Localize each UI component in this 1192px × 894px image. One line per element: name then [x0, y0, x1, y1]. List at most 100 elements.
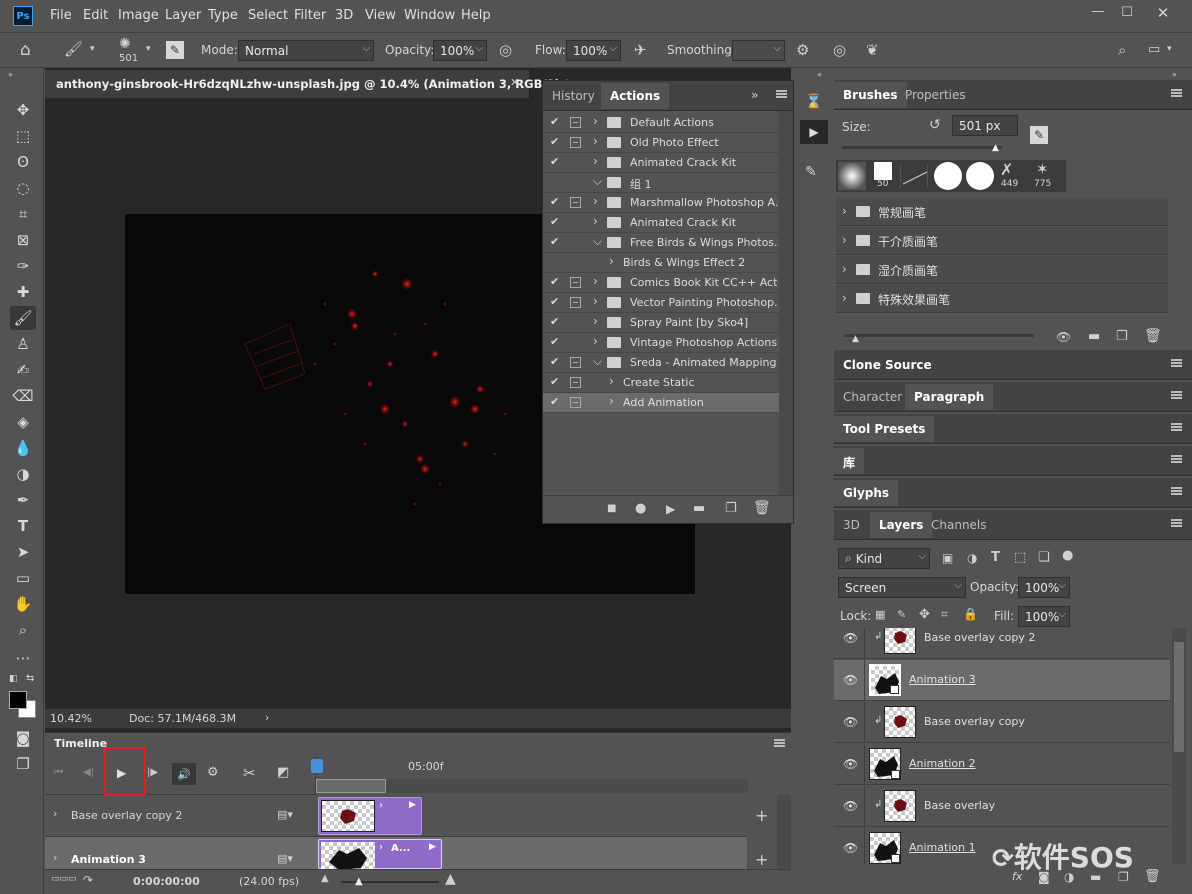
brush-preset-icon[interactable]: ✺	[119, 36, 131, 52]
clip-expand-icon[interactable]: ▶	[429, 842, 436, 852]
chevron-down-icon[interactable]: ⌵	[593, 174, 602, 189]
menu-select[interactable]: Select	[248, 8, 288, 23]
frames-view-icon[interactable]: ▭▭▭	[51, 874, 77, 884]
action-row[interactable]: ✔ › Vintage Photoshop Actions	[543, 333, 779, 353]
trash-icon[interactable]: 🗑	[753, 500, 771, 516]
healing-brush-icon[interactable]: ✚	[10, 280, 36, 304]
close-tab-icon[interactable]: ✕	[510, 76, 519, 89]
action-row[interactable]: ✔ › Create Static	[543, 373, 779, 393]
dodge-tool-icon[interactable]: ◑	[10, 462, 36, 486]
eyedropper-icon[interactable]: ✑	[10, 254, 36, 278]
slider-thumb[interactable]: ▲	[992, 143, 999, 153]
close-icon[interactable]: ✕	[1153, 4, 1173, 22]
brush-preset-soft[interactable]	[838, 162, 866, 190]
layer-row[interactable]: 👁 ↲ Base overlay copy 2	[834, 628, 1170, 659]
chevron-right-icon[interactable]: ›	[842, 233, 847, 247]
brush-settings-icon[interactable]: ✎	[166, 41, 184, 59]
filter-toggle-icon[interactable]: ●	[1062, 548, 1073, 563]
work-area-range[interactable]	[316, 779, 386, 793]
chevron-right-icon[interactable]: ›	[593, 314, 598, 328]
panel-menu-icon[interactable]	[1171, 391, 1182, 399]
menu-edit[interactable]: Edit	[83, 8, 108, 23]
paint-bucket-icon[interactable]: ◈	[10, 410, 36, 434]
playhead[interactable]	[311, 759, 323, 773]
photoshop-logo[interactable]: Ps	[13, 6, 33, 26]
menu-type[interactable]: Type	[208, 8, 238, 23]
tab-actions[interactable]: Actions	[601, 83, 670, 109]
toggle-check-icon[interactable]: ✔	[550, 375, 559, 388]
pressure-size-icon[interactable]: ◎	[833, 41, 846, 59]
chevron-down-icon[interactable]: ⌵	[593, 234, 602, 249]
dialog-toggle-icon[interactable]	[570, 197, 581, 208]
action-row[interactable]: ✔ › Vector Painting Photoshop...	[543, 293, 779, 313]
lock-all-icon[interactable]: 🔒	[963, 607, 978, 621]
filter-smart-object-icon[interactable]: ❏	[1038, 550, 1050, 565]
history-panel-icon[interactable]: ⌛	[805, 94, 822, 110]
foreground-color-swatch[interactable]	[9, 691, 27, 709]
tab-channels[interactable]: Channels	[922, 512, 996, 538]
chevron-right-icon[interactable]: ›	[593, 214, 598, 228]
filter-type-icon[interactable]: T	[991, 550, 1000, 565]
previous-frame-icon[interactable]: ◀|	[83, 767, 94, 778]
quick-select-icon[interactable]: ◌	[10, 176, 36, 200]
timeline-clip[interactable]: › ▶	[318, 797, 422, 835]
dialog-toggle-icon[interactable]	[570, 377, 581, 388]
panel-menu-icon[interactable]	[1171, 455, 1182, 463]
brush-group-row[interactable]: › 常规画笔	[836, 198, 1168, 226]
dialog-toggle-icon[interactable]	[570, 397, 581, 408]
collapse-arrows-icon[interactable]: »	[1172, 70, 1177, 79]
action-row[interactable]: ✔ › Default Actions	[543, 113, 779, 133]
brush-preset-round-2[interactable]	[966, 162, 994, 190]
new-group-icon[interactable]: ▬	[1088, 329, 1100, 344]
path-select-icon[interactable]: ➤	[10, 540, 36, 564]
lock-pixels-icon[interactable]: ✎	[897, 608, 906, 621]
action-row[interactable]: ✔ › Spray Paint [by Sko4]	[543, 313, 779, 333]
hand-tool-icon[interactable]: ✋	[10, 592, 36, 616]
timeline-ruler[interactable]: 05:00f	[311, 757, 748, 795]
chevron-right-icon[interactable]: ›	[265, 711, 269, 724]
brush-tool-icon[interactable]: 🖌	[64, 40, 83, 58]
chevron-right-icon[interactable]: ›	[842, 291, 847, 305]
tab-library[interactable]: 库	[834, 448, 865, 474]
eye-icon[interactable]: 👁	[843, 841, 858, 855]
chevron-right-icon[interactable]: ›	[593, 134, 598, 148]
tab-clone-source[interactable]: Clone Source	[834, 352, 941, 378]
panel-menu-icon[interactable]	[776, 90, 787, 98]
flow-field[interactable]: 100% ⌵	[566, 40, 621, 61]
opacity-field[interactable]: 100% ⌵	[433, 40, 487, 61]
document-tab[interactable]: anthony-ginsbrook-Hr6dzqNLzhw-unsplash.j…	[45, 70, 570, 98]
crop-tool-icon[interactable]: ⌗	[10, 202, 36, 226]
transition-icon[interactable]: ◩	[277, 765, 289, 780]
blur-tool-icon[interactable]: 💧	[10, 436, 36, 460]
dialog-toggle-icon[interactable]	[570, 277, 581, 288]
record-icon[interactable]: ●	[635, 501, 646, 516]
filter-shape-icon[interactable]: ⬚	[1014, 550, 1026, 565]
brush-edit-icon[interactable]: ✎	[1030, 126, 1048, 144]
menu-help[interactable]: Help	[461, 8, 491, 23]
chevron-right-icon[interactable]: ›	[593, 194, 598, 208]
trash-icon[interactable]: 🗑	[1144, 328, 1162, 344]
panel-menu-icon[interactable]	[1171, 359, 1182, 367]
toggle-check-icon[interactable]: ✔	[550, 295, 559, 308]
collapse-arrows-icon[interactable]: »	[8, 70, 13, 79]
action-row[interactable]: ✔ › Animated Crack Kit	[543, 213, 779, 233]
toggle-check-icon[interactable]: ✔	[550, 135, 559, 148]
toggle-check-icon[interactable]: ✔	[550, 195, 559, 208]
new-set-icon[interactable]: ▬	[693, 501, 705, 516]
history-brush-icon[interactable]: ✍	[10, 358, 36, 382]
clip-expand-icon[interactable]: ▶	[409, 800, 416, 810]
chevron-right-icon[interactable]: ›	[609, 374, 614, 388]
action-row[interactable]: ✔ › Add Animation	[543, 393, 779, 413]
chevron-right-icon[interactable]: ›	[593, 294, 598, 308]
fill-field[interactable]: 100% ⌵	[1018, 606, 1070, 627]
dialog-toggle-icon[interactable]	[570, 297, 581, 308]
move-tool-icon[interactable]: ✥	[10, 98, 36, 122]
panel-menu-icon[interactable]	[1171, 423, 1182, 431]
action-row[interactable]: › Birds & Wings Effect 2	[543, 253, 779, 273]
blend-mode-select[interactable]: Screen ⌵	[838, 577, 966, 598]
film-strip-icon[interactable]: ▤▾	[277, 808, 293, 821]
toggle-check-icon[interactable]: ✔	[550, 115, 559, 128]
timeline-clip[interactable]: › A... ▶	[318, 839, 442, 870]
action-row[interactable]: ✔ ⌵ Free Birds & Wings Photos...	[543, 233, 779, 253]
action-row[interactable]: ✔ ⌵ Sreda - Animated Mapping	[543, 353, 779, 373]
